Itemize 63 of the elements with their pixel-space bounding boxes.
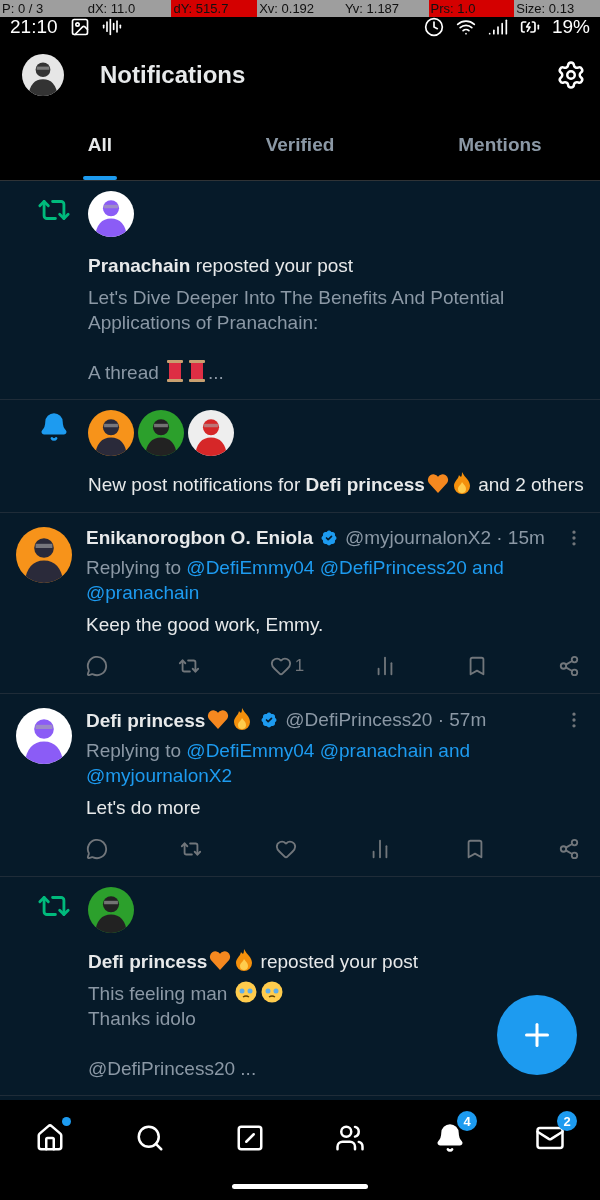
heart-button[interactable] xyxy=(274,838,297,860)
heart-emoji-icon xyxy=(426,474,449,494)
replying-to: Replying to @DefiEmmy04 @DefiPrincess20 and @pranachain xyxy=(86,555,505,605)
alarm-icon xyxy=(423,17,444,37)
bell-icon xyxy=(39,412,69,442)
pointer-readout: Size: 0.13 xyxy=(514,0,600,17)
heart-emoji-icon xyxy=(209,951,232,971)
share-button[interactable] xyxy=(558,655,580,677)
mention-link[interactable]: @DefiEmmy04 xyxy=(186,555,315,580)
tab[interactable]: Mentions xyxy=(400,110,600,180)
pointer-readout: dY: 515.7 xyxy=(171,0,258,17)
pointer-readout: Prs: 1.0 xyxy=(428,0,515,17)
signal-icon xyxy=(487,17,508,37)
spool-emoji-icon xyxy=(166,360,185,382)
flame-emoji-icon xyxy=(235,949,254,971)
post-text: Keep the good work, Emmy. xyxy=(86,613,325,637)
notification-text: Pranachain reposted your post xyxy=(88,254,355,278)
settings-icon[interactable] xyxy=(556,60,586,90)
count-badge: 4 xyxy=(457,1111,477,1131)
people-icon[interactable] xyxy=(335,1123,365,1153)
spool-emoji-icon xyxy=(188,360,207,382)
flame-emoji-icon xyxy=(452,472,471,494)
count-badge: 2 xyxy=(557,1111,577,1131)
post-text: Let's do more xyxy=(86,796,202,820)
teary-face-emoji-icon xyxy=(260,981,283,1003)
heart-emoji-icon xyxy=(207,710,230,730)
post-preview: Let's Dive Deeper Into The Benefits And Potential Applications of Pranachain: A thread ... xyxy=(88,286,506,385)
pointer-readout: P: 0 / 3 xyxy=(0,0,86,17)
mention-link[interactable]: @pranachain xyxy=(319,738,433,763)
search-icon[interactable] xyxy=(135,1123,165,1153)
author-name: Defi princess xyxy=(86,708,254,732)
mention-link[interactable]: @pranachain xyxy=(86,580,200,605)
reply-button[interactable] xyxy=(86,838,108,860)
handle-and-time: @myjournalonX2 · 15m xyxy=(344,527,545,549)
post-preview: This feeling man Thanks idolo @DefiPrincess20 ... xyxy=(88,981,285,1081)
battery-percent: 19% xyxy=(551,17,590,37)
tab[interactable]: Verified xyxy=(200,110,400,180)
image-icon xyxy=(69,17,90,37)
mention-link[interactable]: and xyxy=(438,738,471,763)
mention-link[interactable]: @myjournalonX2 xyxy=(86,763,233,788)
pointer-readout: Xv: 0.192 xyxy=(257,0,343,17)
home-icon[interactable] xyxy=(35,1123,65,1153)
bell-icon[interactable] xyxy=(435,1123,465,1153)
compose-icon[interactable] xyxy=(235,1123,265,1153)
reply-button[interactable] xyxy=(86,655,108,677)
notification-text: New post notifications for Defi princess and 2 others xyxy=(88,472,584,497)
mention-link[interactable]: @DefiPrincess20 xyxy=(319,555,467,580)
teary-face-emoji-icon xyxy=(234,981,257,1003)
mention-link[interactable]: and xyxy=(472,555,504,580)
wifi-icon xyxy=(455,17,476,37)
share-button[interactable] xyxy=(557,838,580,860)
mention-link[interactable]: @DefiEmmy04 xyxy=(186,738,315,763)
tab[interactable]: All xyxy=(0,110,200,180)
notification-text: Defi princess reposted your post xyxy=(88,949,419,974)
status-time: 21:10 xyxy=(10,17,58,37)
flame-emoji-icon xyxy=(233,708,252,730)
pointer-readout: Yv: 1.187 xyxy=(342,0,429,17)
replying-to: Replying to @DefiEmmy04 @pranachain and @myjournalonX2 xyxy=(86,738,472,788)
page-title: Notifications xyxy=(100,61,247,89)
pointer-readout: dX: 11.0 xyxy=(85,0,172,17)
handle-and-time: @DefiPrincess20 · 57m xyxy=(285,709,487,731)
author-name: Enikanorogbon O. Eniola xyxy=(86,527,313,549)
audio-icon xyxy=(101,17,122,37)
